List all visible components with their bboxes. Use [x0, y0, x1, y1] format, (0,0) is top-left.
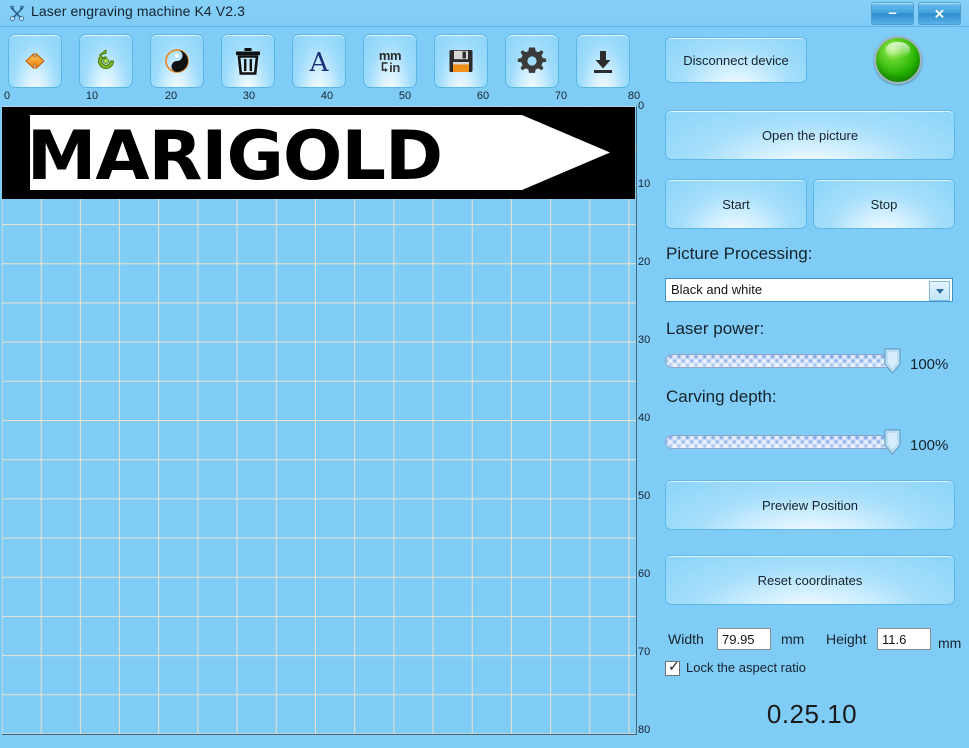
title-bar: Laser engraving machine K4 V2.3 – ✕: [0, 0, 969, 27]
delete-button[interactable]: [221, 34, 275, 88]
ruler-h-tick: 50: [398, 90, 412, 102]
chevron-down-icon[interactable]: [929, 281, 950, 301]
ruler-h-tick: 0: [3, 90, 11, 102]
dimensions-row: Width mm Height mm: [665, 627, 965, 651]
picture-processing-label: Picture Processing:: [666, 244, 813, 263]
preview-position-button[interactable]: Preview Position: [665, 480, 955, 530]
floppy-disk-icon: [435, 35, 487, 87]
width-input[interactable]: [717, 628, 771, 650]
artwork-bitmap: MARIGOLD: [2, 107, 635, 198]
minimize-icon: –: [888, 4, 897, 21]
start-button[interactable]: Start: [665, 179, 807, 229]
laser-power-track[interactable]: [665, 354, 900, 368]
disconnect-device-button[interactable]: Disconnect device: [665, 37, 807, 83]
save-button[interactable]: [434, 34, 488, 88]
rotate-counterclockwise-icon: [80, 35, 132, 87]
reset-coordinates-label: Reset coordinates: [757, 572, 863, 588]
height-unit: mm: [938, 635, 962, 651]
gear-icon: [506, 35, 558, 87]
ruler-v-tick: 0: [638, 100, 645, 112]
text-button[interactable]: A: [292, 34, 346, 88]
minimize-button[interactable]: –: [871, 2, 914, 25]
ruler-h-tick: 70: [554, 90, 568, 102]
lock-aspect-ratio-label: Lock the aspect ratio: [686, 660, 806, 675]
ruler-v-tick: 70: [638, 646, 651, 658]
mm-to-in-icon: mm in: [364, 35, 416, 87]
letter-a-icon: A: [293, 35, 345, 87]
ruler-v-tick: 20: [638, 256, 651, 268]
close-icon: ✕: [934, 6, 945, 21]
download-button[interactable]: [576, 34, 630, 88]
download-icon: [577, 35, 629, 87]
open-picture-button[interactable]: Open the picture: [665, 110, 955, 160]
artwork-object[interactable]: MARIGOLD: [2, 107, 635, 198]
carving-depth-slider[interactable]: [665, 429, 901, 455]
laser-power-label: Laser power:: [666, 319, 765, 338]
picture-processing-select[interactable]: Black and white: [665, 278, 953, 302]
reset-coordinates-button[interactable]: Reset coordinates: [665, 555, 955, 605]
canvas-grid: [2, 106, 636, 734]
disconnect-device-label: Disconnect device: [683, 52, 789, 68]
height-input[interactable]: [877, 628, 931, 650]
ruler-h-tick: 20: [164, 90, 178, 102]
horizontal-ruler: 0 10 20 30 40 50 60 70 80: [0, 90, 655, 106]
start-label: Start: [722, 196, 750, 212]
rotate-button[interactable]: [79, 34, 133, 88]
laser-power-slider[interactable]: [665, 348, 901, 374]
window-title: Laser engraving machine K4 V2.3: [31, 3, 246, 19]
lock-aspect-ratio-checkbox[interactable]: ✓ Lock the aspect ratio: [665, 659, 885, 681]
ruler-h-tick: 10: [85, 90, 99, 102]
flip-horizontal-icon: [9, 35, 61, 87]
laser-power-thumb[interactable]: [884, 348, 901, 374]
ruler-v-tick: 30: [638, 334, 651, 346]
in-label: in: [389, 59, 400, 75]
close-button[interactable]: ✕: [918, 2, 961, 25]
svg-text:A: A: [309, 48, 330, 75]
width-label: Width: [668, 631, 704, 647]
carving-depth-label: Carving depth:: [666, 387, 777, 406]
ruler-v-tick: 80: [638, 724, 651, 736]
carving-depth-track[interactable]: [665, 435, 900, 449]
app-window: Laser engraving machine K4 V2.3 – ✕ A mm…: [0, 0, 969, 748]
check-icon: ✓: [668, 659, 680, 675]
width-unit: mm: [781, 631, 805, 647]
height-label: Height: [826, 631, 867, 647]
connection-status-led: [874, 36, 922, 84]
stop-label: Stop: [870, 196, 898, 212]
picture-processing-value: Black and white: [671, 282, 763, 297]
checkbox-box[interactable]: ✓: [665, 659, 680, 676]
svg-text:MARIGOLD: MARIGOLD: [27, 117, 442, 196]
app-tools-icon: [8, 4, 26, 22]
ruler-v-tick: 50: [638, 490, 651, 502]
flip-horizontal-button[interactable]: [8, 34, 62, 88]
yin-yang-invert-icon: [151, 35, 203, 87]
laser-power-value: 100%: [910, 356, 949, 373]
unit-convert-button[interactable]: mm in: [363, 34, 417, 88]
ruler-h-tick: 60: [476, 90, 490, 102]
ruler-h-tick: 30: [242, 90, 256, 102]
ruler-h-tick: 40: [320, 90, 334, 102]
stop-button[interactable]: Stop: [813, 179, 955, 229]
ruler-v-tick: 60: [638, 568, 651, 580]
control-panel: Disconnect device Open the picture Start…: [655, 27, 969, 748]
toolbar: A mm in: [0, 27, 655, 99]
carving-depth-value: 100%: [910, 437, 949, 454]
invert-colors-button[interactable]: [150, 34, 204, 88]
trash-icon: [222, 35, 274, 87]
open-picture-label: Open the picture: [761, 127, 859, 143]
preview-position-label: Preview Position: [761, 497, 859, 513]
version-text: 0.25.10: [766, 699, 858, 729]
settings-button[interactable]: [505, 34, 559, 88]
carving-depth-thumb[interactable]: [884, 429, 901, 455]
ruler-v-tick: 40: [638, 412, 651, 424]
ruler-v-tick: 10: [638, 178, 651, 190]
engraving-canvas[interactable]: MARIGOLD: [2, 106, 637, 735]
